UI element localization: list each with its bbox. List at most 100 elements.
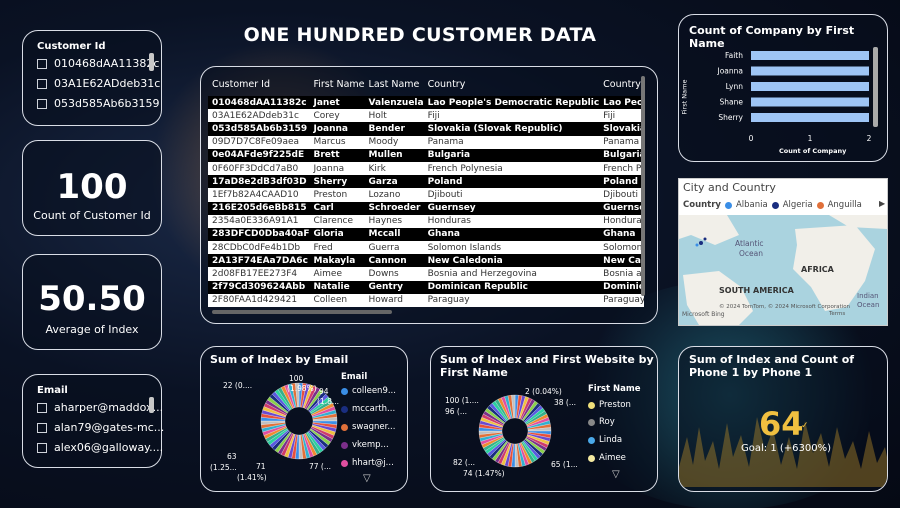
- data-label: (1.41%): [237, 473, 267, 482]
- email-slicer: Email aharper@maddox... alan79@gates-mc.…: [22, 374, 164, 468]
- category-label: Joanna: [717, 67, 744, 76]
- table-cell: French P: [599, 161, 644, 176]
- table-cell: 283DFCD0Dba40aF: [208, 227, 310, 242]
- legend-item[interactable]: mccarth...: [341, 404, 395, 414]
- table-cell: Poland: [423, 175, 600, 189]
- table-row[interactable]: 0e04AFde9f225dE Brett Mullen Bulgaria Bulgar…: [208, 148, 644, 162]
- map-title: City and Country: [683, 181, 776, 194]
- table-row[interactable]: 2d08FB17EE273F4 Aimee Downs Bosnia and Herz…: [208, 267, 644, 281]
- column-header[interactable]: Country: [424, 72, 600, 96]
- table-row[interactable]: 053d585Ab6b3159 Joanna Bender Slovakia (Slo…: [208, 122, 644, 136]
- legend-item[interactable]: vkemp...: [341, 440, 389, 450]
- scrollbar[interactable]: [149, 397, 154, 413]
- bar[interactable]: [751, 113, 869, 122]
- legend-item[interactable]: swagner...: [341, 422, 395, 432]
- table-cell: 2f79Cd309624Abb: [208, 280, 310, 294]
- kpi-card-count: 100 Count of Customer Id: [22, 140, 162, 236]
- table-cell: Mullen: [364, 148, 424, 162]
- bar[interactable]: [751, 66, 869, 76]
- column-header[interactable]: Country: [599, 72, 644, 96]
- x-axis-label: Count of Company: [779, 147, 847, 155]
- table-row[interactable]: 09D7D7C8Fe09aea Marcus Moody Panama Panama: [208, 135, 644, 149]
- customer-table[interactable]: Customer Id First Name Last Name Country…: [208, 72, 644, 308]
- data-label: 82 (...: [453, 458, 476, 467]
- map-terms-link[interactable]: Terms: [829, 311, 845, 317]
- checkbox[interactable]: [37, 402, 47, 413]
- kpi-value: 100: [56, 167, 128, 207]
- tick-label: 2: [867, 134, 872, 143]
- table-row[interactable]: 2354a0E336A91A1 Clarence Haynes Honduras Hon…: [208, 214, 644, 228]
- table-row[interactable]: 17aD8e2dB3df03D Sherry Garza Poland Poland: [208, 175, 644, 189]
- chevron-right-icon[interactable]: ▶: [879, 199, 885, 208]
- pie-chart-email-card: Sum of Index by Email 100 (1.98%) 94 (1.…: [200, 346, 408, 492]
- table-row[interactable]: 28CDbC0dFe4b1Db Fred Guerra Solomon Islands…: [208, 241, 644, 255]
- legend-item[interactable]: colleen9...: [341, 386, 396, 396]
- table-cell: 2A13F74EAa7DA6c: [208, 254, 310, 268]
- table-row[interactable]: 2f79Cd309624Abb Natalie Gentry Dominican Re…: [208, 280, 644, 294]
- table-cell: Garza: [364, 175, 424, 189]
- data-label: 96 (...: [445, 407, 468, 416]
- table-row[interactable]: 0F60FF3DdCd7aB0 Joanna Kirk French Polynesi…: [208, 161, 644, 176]
- page-title: ONE HUNDRED CUSTOMER DATA: [243, 24, 597, 46]
- data-label: 63: [227, 452, 237, 461]
- bar[interactable]: [751, 82, 869, 91]
- checkbox[interactable]: [37, 98, 47, 109]
- table-row[interactable]: 2F80FAA1d429421 Colleen Howard Paraguay Para…: [208, 293, 644, 307]
- table-cell: 28CDbC0dFe4b1Db: [208, 241, 310, 255]
- checkbox[interactable]: [37, 78, 47, 89]
- data-label: 71: [256, 462, 266, 471]
- slicer-item[interactable]: alex06@galloway....: [37, 441, 163, 454]
- data-label: 74 (1.47%): [463, 469, 505, 478]
- bar-chart-card: Count of Company by First Name First Nam…: [678, 14, 888, 162]
- slicer-item[interactable]: 053d585Ab6b3159: [37, 97, 159, 110]
- horizontal-scrollbar[interactable]: [212, 310, 392, 314]
- vertical-scrollbar[interactable]: [641, 76, 645, 296]
- table-cell: 0e04AFde9f225dE: [208, 148, 310, 162]
- column-header[interactable]: First Name: [309, 72, 364, 96]
- data-label: 22 (0....: [223, 381, 253, 390]
- table-cell: French Polynesia: [423, 161, 600, 176]
- table-cell: Janet: [309, 96, 365, 110]
- table-row[interactable]: 03A1E62ADdeb31c Corey Holt Fiji Fiji: [208, 109, 644, 123]
- bar[interactable]: [751, 51, 869, 60]
- data-label: 38 (...: [554, 398, 577, 407]
- legend-item[interactable]: Preston: [588, 400, 631, 410]
- pie-chart-first-name-card: Sum of Index and First Website by First …: [430, 346, 658, 492]
- slicer-item[interactable]: 010468dAA11382c: [37, 57, 159, 70]
- checkbox[interactable]: [37, 58, 47, 69]
- table-cell: 010468dAA11382c: [208, 96, 310, 110]
- legend-item[interactable]: Roy: [588, 417, 615, 427]
- table-cell: Mccall: [364, 227, 424, 242]
- phone-kpi-card: Sum of Index and Count of Phone 1 by Pho…: [678, 346, 888, 492]
- checkbox[interactable]: [37, 442, 47, 453]
- bar[interactable]: [751, 97, 869, 107]
- legend-scroll-down-icon[interactable]: ▽: [363, 473, 371, 484]
- legend-item[interactable]: Aimee: [588, 453, 626, 463]
- table-cell: Bosnia and Herzegovina: [423, 267, 600, 281]
- data-label: (1.25...: [210, 463, 237, 472]
- table-row[interactable]: 010468dAA11382c Janet Valenzuela Lao People…: [208, 96, 644, 110]
- column-header[interactable]: Customer Id: [208, 72, 309, 96]
- table-row[interactable]: 2A13F74EAa7DA6c Makayla Cannon New Caledoni…: [208, 254, 644, 268]
- checkbox[interactable]: [37, 422, 47, 433]
- scrollbar[interactable]: [873, 47, 878, 127]
- table-row[interactable]: 1Ef7b82A4CAAD10 Preston Lozano Djibouti Djib…: [208, 188, 644, 202]
- table-cell: Lao People: [599, 96, 644, 110]
- table-cell: Kirk: [364, 161, 424, 176]
- map-label: Ocean: [739, 249, 763, 258]
- legend-scroll-down-icon[interactable]: ▽: [612, 469, 620, 480]
- scrollbar[interactable]: [149, 53, 154, 71]
- legend-item[interactable]: Linda: [588, 435, 622, 445]
- slicer-item[interactable]: alan79@gates-mc...: [37, 421, 164, 434]
- table-cell: Djibouti: [599, 188, 644, 202]
- slicer-item[interactable]: 03A1E62ADdeb31c: [37, 77, 160, 90]
- legend-item[interactable]: hhart@j...: [341, 458, 394, 468]
- table-row[interactable]: 283DFCD0Dba40aF Gloria Mccall Ghana Ghana: [208, 227, 644, 242]
- table-cell: 1Ef7b82A4CAAD10: [208, 188, 310, 202]
- kpi-value: 64: [759, 405, 804, 443]
- goal-label: Goal: 1 (+6300%): [741, 443, 831, 454]
- slicer-item[interactable]: aharper@maddox...: [37, 401, 163, 414]
- column-header[interactable]: Last Name: [365, 72, 424, 96]
- table-cell: Dominican Republic: [423, 280, 600, 294]
- table-row[interactable]: 216E205d6eBb815 Carl Schroeder Guernsey Guer…: [208, 201, 644, 215]
